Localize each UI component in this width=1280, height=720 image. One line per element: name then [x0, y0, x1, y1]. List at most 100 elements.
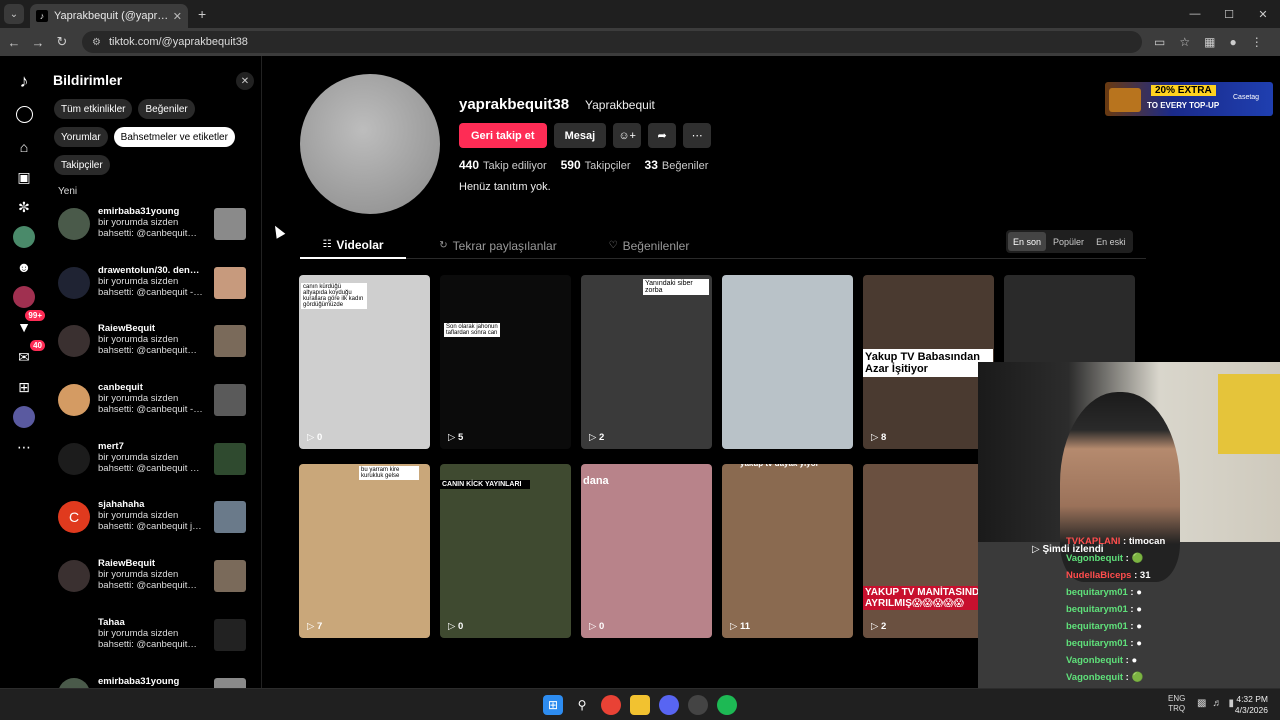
notification-username[interactable]: mert7 [98, 441, 204, 452]
notification-item[interactable]: RaiewBequit bir yorumda sizden bahsetti: @… [58, 558, 248, 617]
close-icon[interactable]: ✕ [236, 72, 254, 90]
video-card[interactable]: Yanındaki siber zorba ▷ 2 [581, 275, 712, 449]
notification-username[interactable]: sjahahaha [98, 499, 204, 510]
messages-icon[interactable]: ✉ 40 [13, 340, 45, 368]
tab-liked[interactable]: ♡ Beğenilenler [590, 232, 708, 259]
video-thumbnail[interactable] [214, 208, 246, 240]
video-card[interactable]: CANIN KİCK YAYINLARI ▷ 0 [440, 464, 571, 638]
tab-close-icon[interactable]: ✕ [173, 10, 182, 23]
video-thumbnail[interactable] [214, 442, 246, 475]
notification-username[interactable]: drawentolun/30. den… [98, 265, 204, 276]
close-window-button[interactable]: ✕ [1246, 0, 1280, 28]
notification-item[interactable]: emirbaba31young bir yorumda sizden bahsett… [58, 206, 248, 265]
tab-videos[interactable]: ☷ Videolar [300, 232, 406, 259]
video-card[interactable]: dana ▷ 0 [581, 464, 712, 638]
battery-icon[interactable]: ▮ [1228, 698, 1234, 709]
notification-username[interactable]: RaiewBequit [98, 558, 204, 569]
user-avatar[interactable] [58, 560, 90, 593]
back-icon[interactable]: ← [2, 35, 26, 50]
tiktok-logo-icon[interactable]: ♪ [13, 70, 35, 92]
tab-search-icon[interactable]: ⌄ [4, 4, 24, 24]
upload-icon[interactable]: ⊞ [13, 376, 35, 398]
more-icon[interactable]: ⋯ [13, 436, 35, 458]
user-avatar[interactable] [58, 384, 90, 417]
add-friend-icon[interactable]: ☺+ [613, 123, 642, 148]
sort-popular[interactable]: Popüler [1048, 232, 1089, 251]
shop-icon[interactable]: ▣ [13, 166, 35, 188]
user-avatar[interactable] [58, 442, 90, 475]
live-avatar-icon[interactable] [13, 286, 35, 308]
language-indicator[interactable]: ENG TRQ [1168, 694, 1185, 714]
video-thumbnail[interactable] [214, 325, 246, 358]
video-thumbnail[interactable] [214, 501, 246, 534]
filter-chip[interactable]: Bahsetmeler ve etiketler [113, 127, 235, 147]
video-thumbnail[interactable] [214, 677, 246, 688]
profile-icon[interactable]: ● [1229, 35, 1236, 49]
user-avatar[interactable] [58, 618, 90, 651]
video-thumbnail[interactable] [214, 560, 246, 593]
windows-start-icon[interactable]: ⊞ [543, 695, 563, 715]
video-card[interactable] [722, 275, 853, 449]
notification-item[interactable]: Tahaa bir yorumda sizden bahsetti: @canbeq… [58, 617, 248, 676]
user-avatar[interactable] [58, 325, 90, 358]
video-thumbnail[interactable] [214, 618, 246, 651]
sort-latest[interactable]: En son [1008, 232, 1047, 251]
user-avatar[interactable] [58, 677, 90, 688]
network-icon[interactable]: ▩ [1197, 698, 1206, 709]
site-info-icon[interactable]: ⚙ [92, 37, 101, 48]
notification-item[interactable]: Csjahahaha bir yorumda sizden bahsetti: @c… [58, 499, 248, 558]
profile-avatar-icon[interactable] [13, 406, 35, 428]
activity-icon[interactable]: ▼ 99+ [13, 310, 45, 338]
filter-chip[interactable]: Takipçiler [54, 155, 110, 175]
video-thumbnail[interactable] [214, 266, 246, 299]
video-card[interactable]: bu yarram kire kurukluk gelse ▷ 7 [299, 464, 430, 638]
install-app-icon[interactable]: ▭ [1154, 35, 1165, 49]
maximize-button[interactable]: ☐ [1212, 0, 1246, 28]
notification-username[interactable]: emirbaba31young [98, 676, 204, 687]
obs-icon[interactable] [688, 695, 708, 715]
video-card[interactable]: Son olarak jahonun taflardan sonra can ▷ … [440, 275, 571, 449]
friends-icon[interactable]: ☻ [13, 256, 35, 278]
video-card[interactable]: yakup tv dayak yiyor ▷ 11 [722, 464, 853, 638]
notification-username[interactable]: canbequit [98, 382, 204, 393]
tab-reposts[interactable]: ↻ Tekrar paylaşılanlar [406, 232, 590, 259]
user-avatar[interactable]: C [58, 501, 90, 534]
video-card[interactable]: canın kürdüğü altyapıda koyduğu kurallar… [299, 275, 430, 449]
taskbar-search-icon[interactable]: ⚲ [572, 695, 592, 715]
forward-icon[interactable]: → [26, 35, 50, 50]
filter-chip[interactable]: Tüm etkinlikler [54, 99, 133, 119]
reload-icon[interactable]: ↻ [50, 34, 74, 50]
url-field[interactable]: ⚙ tiktok.com/@yaprakbequit38 [82, 31, 1142, 53]
browser-tab[interactable]: ♪ Yaprakbequit (@yaprakbequit3… ✕ [30, 4, 188, 28]
volume-icon[interactable]: ♬ [1212, 698, 1222, 709]
user-avatar[interactable] [58, 208, 90, 240]
video-card[interactable]: YAKUP TV MANİTASINDSI AYRILMIŞ😱😱😱😱😱 ▷ 2 [863, 464, 994, 638]
filter-chip[interactable]: Beğeniler [138, 99, 195, 119]
message-button[interactable]: Mesaj [553, 123, 607, 148]
bookmark-star-icon[interactable]: ☆ [1179, 35, 1190, 49]
sort-oldest[interactable]: En eski [1091, 232, 1131, 251]
video-thumbnail[interactable] [214, 384, 246, 417]
extensions-icon[interactable]: ▦ [1204, 35, 1215, 49]
following-stat[interactable]: 440 Takip ediliyor [459, 158, 547, 172]
share-icon[interactable]: ➦ [648, 123, 677, 148]
video-card[interactable]: Yakup TV Babasından Azar İşitiyor ▷ 8 [863, 275, 994, 449]
notification-username[interactable]: Tahaa [98, 617, 204, 628]
filter-chip[interactable]: Yorumlar [54, 127, 108, 147]
search-icon[interactable] [15, 106, 33, 123]
explore-icon[interactable]: ✼ [13, 196, 35, 218]
chrome-icon[interactable] [601, 695, 621, 715]
notification-item[interactable]: drawentolun/30. den… bir yorumda sizden ba… [58, 265, 248, 324]
notification-item[interactable]: canbequit bir yorumda sizden bahsetti: @ca… [58, 382, 248, 441]
followers-stat[interactable]: 590 Takipçiler [561, 158, 631, 172]
notification-item[interactable]: emirbaba31young [58, 676, 248, 688]
notification-username[interactable]: RaiewBequit [98, 323, 204, 334]
following-avatar-icon[interactable] [13, 226, 35, 248]
discord-icon[interactable] [659, 695, 679, 715]
notification-username[interactable]: emirbaba31young [98, 206, 204, 217]
user-avatar[interactable] [58, 266, 90, 299]
more-options-icon[interactable]: ⋯ [683, 123, 712, 148]
menu-kebab-icon[interactable]: ⋮ [1251, 35, 1263, 49]
minimize-button[interactable]: — [1178, 0, 1212, 28]
home-icon[interactable]: ⌂ [13, 136, 35, 158]
